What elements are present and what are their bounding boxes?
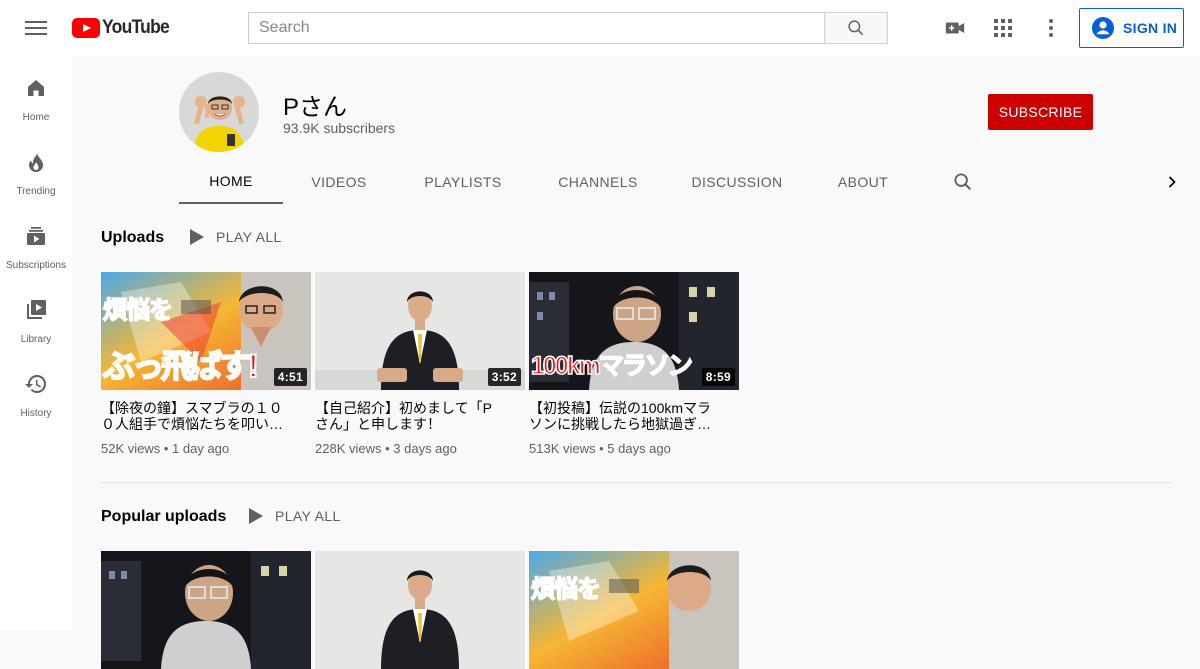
history-icon bbox=[25, 374, 47, 393]
youtube-play-icon bbox=[72, 18, 100, 38]
flame-icon bbox=[29, 153, 43, 172]
video-thumbnail[interactable]: 煩悩を ぶっ飛ばす! 4:51 bbox=[101, 272, 311, 390]
video-duration: 8:59 bbox=[701, 368, 735, 386]
logo-text: YouTube bbox=[102, 17, 170, 38]
play-all-button[interactable]: PLAY ALL bbox=[190, 229, 282, 245]
sidebar-item-subscriptions[interactable]: Subscriptions bbox=[0, 204, 72, 278]
thumbnail-text: 100kmマラソン bbox=[530, 351, 693, 381]
menu-icon[interactable] bbox=[24, 18, 48, 38]
play-icon bbox=[249, 508, 263, 524]
create-video-icon[interactable] bbox=[943, 16, 967, 40]
home-icon bbox=[28, 80, 44, 96]
channel-name: Pさん bbox=[283, 94, 348, 121]
video-metadata: 228K views • 3 days ago bbox=[315, 441, 457, 456]
sidebar-item-label: Library bbox=[20, 334, 52, 345]
masthead: YouTube SIGN IN bbox=[0, 0, 1200, 56]
sidebar: Home Trending Subscriptions Library Hist… bbox=[0, 56, 72, 630]
sidebar-item-history[interactable]: History bbox=[0, 352, 72, 426]
video-title[interactable]: 【初投稿】伝説の100kmマラ ソンに挑戦したら地獄過ぎ… bbox=[529, 400, 719, 432]
sidebar-item-library[interactable]: Library bbox=[0, 278, 72, 352]
video-metadata: 52K views • 1 day ago bbox=[101, 441, 230, 456]
channel-header: Pさん 93.9K subscribers SUBSCRIBE HOME VID… bbox=[72, 56, 1200, 204]
subscribe-button[interactable]: SUBSCRIBE bbox=[988, 94, 1093, 130]
video-duration: 3:52 bbox=[487, 368, 521, 386]
shelf-divider bbox=[101, 482, 1171, 483]
play-all-button[interactable]: PLAY ALL bbox=[249, 508, 341, 524]
thumbnail-text-top: 煩悩を bbox=[102, 296, 174, 325]
tab-discussion[interactable]: DISCUSSION bbox=[682, 160, 792, 204]
chevron-right-icon[interactable] bbox=[1160, 160, 1184, 204]
library-icon bbox=[27, 300, 46, 319]
search-button[interactable] bbox=[824, 12, 888, 44]
video-thumbnail[interactable]: 煩悩を bbox=[529, 551, 739, 669]
video-thumbnail[interactable] bbox=[315, 551, 525, 669]
upload-age: 3 days ago bbox=[393, 441, 457, 456]
youtube-logo[interactable]: YouTube bbox=[72, 17, 175, 39]
view-count: 513K views bbox=[529, 441, 596, 456]
play-all-label: PLAY ALL bbox=[275, 508, 341, 524]
video-duration: 4:51 bbox=[273, 368, 307, 386]
upload-age: 1 day ago bbox=[172, 441, 230, 456]
shelf-title: Uploads bbox=[101, 229, 165, 246]
video-thumbnail[interactable]: 3:52 bbox=[315, 272, 525, 390]
play-icon bbox=[190, 229, 204, 245]
sidebar-item-label: Subscriptions bbox=[5, 260, 67, 271]
sidebar-item-trending[interactable]: Trending bbox=[0, 130, 72, 204]
view-count: 228K views bbox=[315, 441, 382, 456]
tab-channels[interactable]: CHANNELS bbox=[542, 160, 654, 204]
view-count: 52K views bbox=[101, 441, 161, 456]
search-box bbox=[248, 12, 888, 44]
video-title[interactable]: 【自己紹介】初めまして「P さん」と申します！ bbox=[315, 400, 505, 432]
tab-videos[interactable]: VIDEOS bbox=[292, 160, 386, 204]
video-thumbnail[interactable]: 100kmマラソン 8:59 bbox=[529, 272, 739, 390]
search-icon bbox=[848, 20, 864, 36]
sidebar-item-label: Home bbox=[22, 112, 50, 123]
more-vert-icon[interactable] bbox=[1039, 16, 1063, 40]
tab-about[interactable]: ABOUT bbox=[822, 160, 904, 204]
sidebar-item-label: Trending bbox=[16, 186, 56, 197]
video-title[interactable]: 【除夜の鐘】スマブラの１０ ０人組手で煩悩たちを叩い… bbox=[101, 400, 291, 432]
video-thumbnail[interactable] bbox=[101, 551, 311, 669]
channel-avatar[interactable] bbox=[179, 72, 259, 152]
sidebar-item-home[interactable]: Home bbox=[0, 56, 72, 130]
account-icon bbox=[1092, 17, 1114, 39]
search-input[interactable] bbox=[248, 12, 824, 44]
tab-playlists[interactable]: PLAYLISTS bbox=[407, 160, 519, 204]
upload-age: 5 days ago bbox=[607, 441, 671, 456]
tab-home[interactable]: HOME bbox=[179, 160, 283, 204]
thumbnail-text-bottom: ぶっ飛ばす! bbox=[102, 347, 260, 385]
shelf-title: Popular uploads bbox=[101, 508, 227, 525]
apps-icon[interactable] bbox=[991, 16, 1015, 40]
channel-home-content: Uploads PLAY ALL 煩悩を ぶっ飛ばす! 4:51 【除夜の鐘】ス… bbox=[72, 204, 1200, 669]
video-metadata: 513K views • 5 days ago bbox=[529, 441, 671, 456]
sidebar-item-label: History bbox=[20, 408, 52, 419]
channel-search-icon[interactable] bbox=[948, 160, 978, 204]
sign-in-label: SIGN IN bbox=[1123, 20, 1178, 36]
thumbnail-text-top: 煩悩を bbox=[530, 575, 602, 604]
subscriber-count: 93.9K subscribers bbox=[283, 120, 396, 136]
subscriptions-icon bbox=[27, 227, 45, 245]
sign-in-button[interactable]: SIGN IN bbox=[1079, 8, 1184, 48]
play-all-label: PLAY ALL bbox=[216, 229, 282, 245]
